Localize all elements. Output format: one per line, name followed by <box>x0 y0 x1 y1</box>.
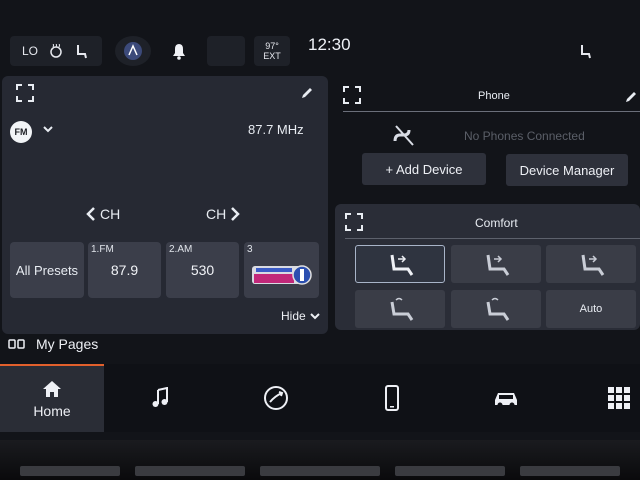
auto-label: Auto <box>579 303 603 315</box>
expand-phone-icon[interactable] <box>343 86 361 104</box>
device-manager-label: Device Manager <box>519 162 615 178</box>
chevron-down-icon <box>309 312 320 320</box>
nav-vehicle[interactable] <box>461 364 551 432</box>
music-icon <box>150 387 170 409</box>
comfort-title: Comfort <box>475 216 518 230</box>
preset-2[interactable]: 2.AM 530 <box>166 242 239 298</box>
apps-icon <box>263 385 289 411</box>
steering-heat-icon <box>48 44 64 58</box>
add-device-button[interactable]: + Add Device <box>362 153 486 185</box>
comfort-divider <box>345 238 640 239</box>
edit-radio-icon[interactable] <box>300 86 314 100</box>
preset-number: 2.AM <box>169 244 193 255</box>
seat-vent-icon <box>384 296 416 322</box>
seat-heat-icon <box>74 43 88 59</box>
preset-1[interactable]: 1.FM 87.9 <box>88 242 161 298</box>
nav-home-label: Home <box>33 403 71 419</box>
channel-prev-button[interactable]: CH <box>86 206 120 222</box>
climate-controls[interactable]: LO <box>10 36 102 66</box>
seat-heat-rear-button[interactable] <box>546 245 636 283</box>
outside-temp: 97° EXT <box>254 36 290 66</box>
driver-profile-icon <box>123 41 143 61</box>
preset-value: 530 <box>190 262 215 278</box>
band-badge[interactable]: FM <box>10 121 32 143</box>
preset-number: 1.FM <box>91 244 114 255</box>
seat-icon <box>480 251 512 277</box>
phone-icon <box>384 385 400 411</box>
blank-status-slot <box>207 36 245 66</box>
chevron-left-icon <box>86 207 96 221</box>
auto-comfort-button[interactable]: Auto <box>546 290 636 328</box>
phone-status: No Phones Connected <box>464 129 585 143</box>
phone-title: Phone <box>478 90 510 102</box>
seat-icon <box>384 251 416 277</box>
edit-phone-icon[interactable] <box>624 90 638 104</box>
seat-heat-driver-button[interactable] <box>355 245 445 283</box>
nav-all-apps[interactable] <box>574 364 640 432</box>
expand-comfort-icon[interactable] <box>345 213 363 231</box>
hide-label: Hide <box>281 309 306 323</box>
seat-heat-passenger-button[interactable] <box>451 245 541 283</box>
band-dropdown-icon[interactable] <box>42 124 54 134</box>
preset-3[interactable]: 3 <box>244 242 319 298</box>
vent-slat <box>260 466 380 476</box>
channel-prev-label: CH <box>100 206 121 222</box>
seat-heat-right-icon <box>578 43 592 59</box>
vent-slat <box>395 466 505 476</box>
seat-vent-passenger-button[interactable] <box>451 290 541 328</box>
device-manager-button[interactable]: Device Manager <box>506 154 628 186</box>
home-icon <box>41 379 63 399</box>
grid-icon <box>607 386 631 410</box>
nav-apps[interactable] <box>231 364 321 432</box>
add-device-label: + Add Device <box>385 161 463 177</box>
channel-next-button[interactable]: CH <box>206 206 241 222</box>
phone-off-icon <box>390 121 418 149</box>
channel-next-label: CH <box>206 206 227 222</box>
chevron-right-icon <box>230 207 241 221</box>
bell-icon <box>169 41 189 61</box>
nav-home[interactable]: Home <box>0 364 104 432</box>
phone-divider <box>343 111 640 112</box>
driver-profile-button[interactable] <box>115 36 151 66</box>
expand-radio-icon[interactable] <box>16 84 34 102</box>
clock: 12:30 <box>308 35 351 54</box>
notifications-button[interactable] <box>160 36 198 66</box>
nav-media[interactable] <box>115 364 205 432</box>
my-pages-label: My Pages <box>36 336 99 352</box>
vent-slat <box>520 466 620 476</box>
pages-icon <box>8 338 28 350</box>
outside-temp-value: 97° <box>265 41 279 51</box>
climate-right-controls[interactable] <box>578 36 640 66</box>
outside-temp-label: EXT <box>263 51 281 61</box>
my-pages-button[interactable]: My Pages <box>8 336 98 352</box>
seat-vent-icon <box>480 296 512 322</box>
seat-icon <box>575 251 607 277</box>
preset-value: 87.9 <box>110 262 139 278</box>
all-presets-label: All Presets <box>15 262 79 278</box>
hide-button[interactable]: Hide <box>281 309 320 323</box>
vent-slat <box>135 466 245 476</box>
nav-phone[interactable] <box>347 364 437 432</box>
seat-vent-driver-button[interactable] <box>355 290 445 328</box>
station-frequency: 87.7 MHz <box>248 122 304 137</box>
all-presets-button[interactable]: All Presets <box>10 242 84 298</box>
vent-slat <box>20 466 120 476</box>
preset-number: 3 <box>247 244 253 255</box>
car-icon <box>492 388 520 408</box>
infotainment-screen: LO 97° EXT 12:30 FM 87.7 MHz CH CH All P… <box>0 0 640 440</box>
siriusxm-logo <box>252 262 312 288</box>
climate-left-temp: LO <box>22 44 39 58</box>
